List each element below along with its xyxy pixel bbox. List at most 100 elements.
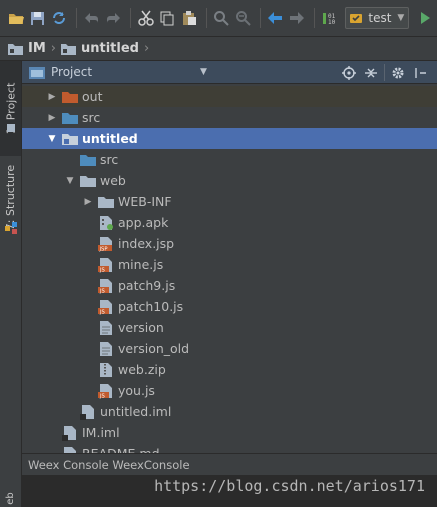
breadcrumb-im[interactable]: IM [8, 41, 46, 56]
bottom-tool-tabs[interactable]: Weex Console WeexConsole [22, 453, 437, 475]
watermark-text: https://blog.csdn.net/arios171 [154, 477, 425, 495]
tree-item[interactable]: JS mine.js [22, 254, 437, 275]
tree-item[interactable]: IM.iml [22, 422, 437, 443]
run-config-label: test [368, 11, 392, 25]
tree-item-label: untitled.iml [100, 404, 172, 419]
tree-item[interactable]: untitled.iml [22, 401, 437, 422]
expand-arrow-right-icon[interactable]: ▶ [82, 197, 94, 207]
tree-item[interactable]: JS patch9.js [22, 275, 437, 296]
expand-arrow-right-icon[interactable]: ▶ [46, 113, 58, 123]
tree-item[interactable]: version [22, 317, 437, 338]
project-tree: ▶ out ▶ src ▼ untitled src ▼ web ▶ WEB-INF app.apk J… [22, 85, 437, 453]
tree-item[interactable]: JSP index.jsp [22, 233, 437, 254]
svg-text:JSP: JSP [99, 246, 108, 252]
tree-item[interactable]: web.zip [22, 359, 437, 380]
folder-orange-icon [62, 89, 78, 105]
text-file-icon [98, 341, 114, 357]
tree-item-label: patch10.js [118, 299, 184, 314]
folder-icon [80, 173, 96, 189]
tree-item[interactable]: app.apk [22, 212, 437, 233]
tree-item[interactable]: ▼ web [22, 170, 437, 191]
text-file-icon [98, 320, 114, 336]
breadcrumb-label: IM [28, 41, 46, 56]
structure-tab-label: 7: Structure [4, 164, 17, 230]
project-tab-icon [0, 121, 21, 135]
tree-item-label: version [118, 320, 164, 335]
breadcrumb-separator-icon: › [143, 41, 150, 56]
replace-icon[interactable] [233, 7, 253, 29]
copy-icon[interactable] [157, 7, 177, 29]
tree-item-label: index.jsp [118, 236, 175, 251]
back-icon[interactable] [266, 7, 286, 29]
paste-icon[interactable] [179, 7, 199, 29]
tree-item[interactable]: src [22, 149, 437, 170]
project-tool-tab[interactable]: 1: Project [0, 61, 21, 156]
tree-item[interactable]: version_old [22, 338, 437, 359]
tree-item[interactable]: JS patch10.js [22, 296, 437, 317]
breadcrumb-untitled[interactable]: untitled [60, 41, 139, 56]
iml-file-icon [62, 425, 78, 441]
project-view-selector[interactable]: Project [51, 65, 92, 79]
tree-item[interactable]: ▼ untitled [22, 128, 437, 149]
module-folder-icon [62, 131, 78, 147]
js-file-icon: JS [98, 257, 114, 273]
toolbar-separator [205, 8, 207, 28]
tree-item[interactable]: ▶ out [22, 86, 437, 107]
tree-item-label: src [100, 152, 119, 167]
save-icon[interactable] [28, 7, 48, 29]
open-icon[interactable] [6, 7, 26, 29]
svg-text:JS: JS [99, 288, 105, 294]
chevron-down-icon[interactable]: ▼ [200, 67, 207, 77]
tree-item-label: patch9.js [118, 278, 176, 293]
redo-icon[interactable] [103, 7, 123, 29]
expand-arrow-down-icon[interactable]: ▼ [64, 176, 76, 186]
folder-icon [98, 194, 114, 210]
build-icon[interactable]: 01 10 [320, 7, 340, 29]
gear-icon[interactable] [384, 64, 407, 81]
cut-icon[interactable] [136, 7, 156, 29]
tree-item-label: mine.js [118, 257, 164, 272]
main-toolbar: 01 10 test ▼ [0, 0, 437, 37]
breadcrumb-separator-icon: › [50, 41, 56, 56]
tree-item-label: IM.iml [82, 425, 120, 440]
svg-text:JS: JS [99, 393, 105, 399]
scroll-from-source-icon[interactable] [340, 64, 358, 81]
js-file-icon: JS [98, 383, 114, 399]
md-file-icon: M [62, 446, 78, 453]
bottom-tool-tab[interactable]: eb [0, 489, 21, 507]
tree-item[interactable]: ▶ src [22, 107, 437, 128]
tree-item-label: out [82, 89, 103, 104]
run-configuration-dropdown[interactable]: test ▼ [345, 7, 410, 29]
tree-item-label: web [100, 173, 126, 188]
find-icon[interactable] [212, 7, 232, 29]
tree-item-label: untitled [82, 131, 138, 146]
structure-tab-icon [0, 221, 21, 235]
tree-item-label: app.apk [118, 215, 169, 230]
tree-item[interactable]: JS you.js [22, 380, 437, 401]
folder-icon [8, 43, 23, 55]
weex-console-tab[interactable]: Weex Console WeexConsole [28, 458, 190, 472]
project-panel-header: Project ▼ [22, 61, 437, 84]
forward-icon[interactable] [287, 7, 307, 29]
js-file-icon: JS [98, 278, 114, 294]
console-area: https://blog.csdn.net/arios171 [22, 475, 437, 507]
zip-file-icon [98, 362, 114, 378]
tree-item-label: web.zip [118, 362, 166, 377]
folder-blue-icon [62, 110, 78, 126]
undo-icon[interactable] [82, 7, 102, 29]
toolbar-separator [75, 8, 77, 28]
sync-icon[interactable] [49, 7, 69, 29]
collapse-all-icon[interactable] [362, 64, 380, 81]
project-panel: Project ▼ ▶ out ▶ src ▼ untitled src ▼ web ▶ WEB-I… [22, 61, 437, 507]
expand-arrow-right-icon[interactable]: ▶ [46, 92, 58, 102]
tree-item[interactable]: M README.md [22, 443, 437, 453]
run-icon[interactable] [415, 7, 435, 29]
tree-item[interactable]: ▶ WEB-INF [22, 191, 437, 212]
bottom-tab-label: eb [5, 491, 16, 505]
toolbar-separator [259, 8, 261, 28]
expand-arrow-down-icon[interactable]: ▼ [46, 134, 58, 144]
hide-panel-icon[interactable] [411, 64, 429, 81]
project-view-icon [29, 65, 45, 79]
toolbar-separator [313, 8, 315, 28]
run-config-icon [349, 11, 363, 25]
